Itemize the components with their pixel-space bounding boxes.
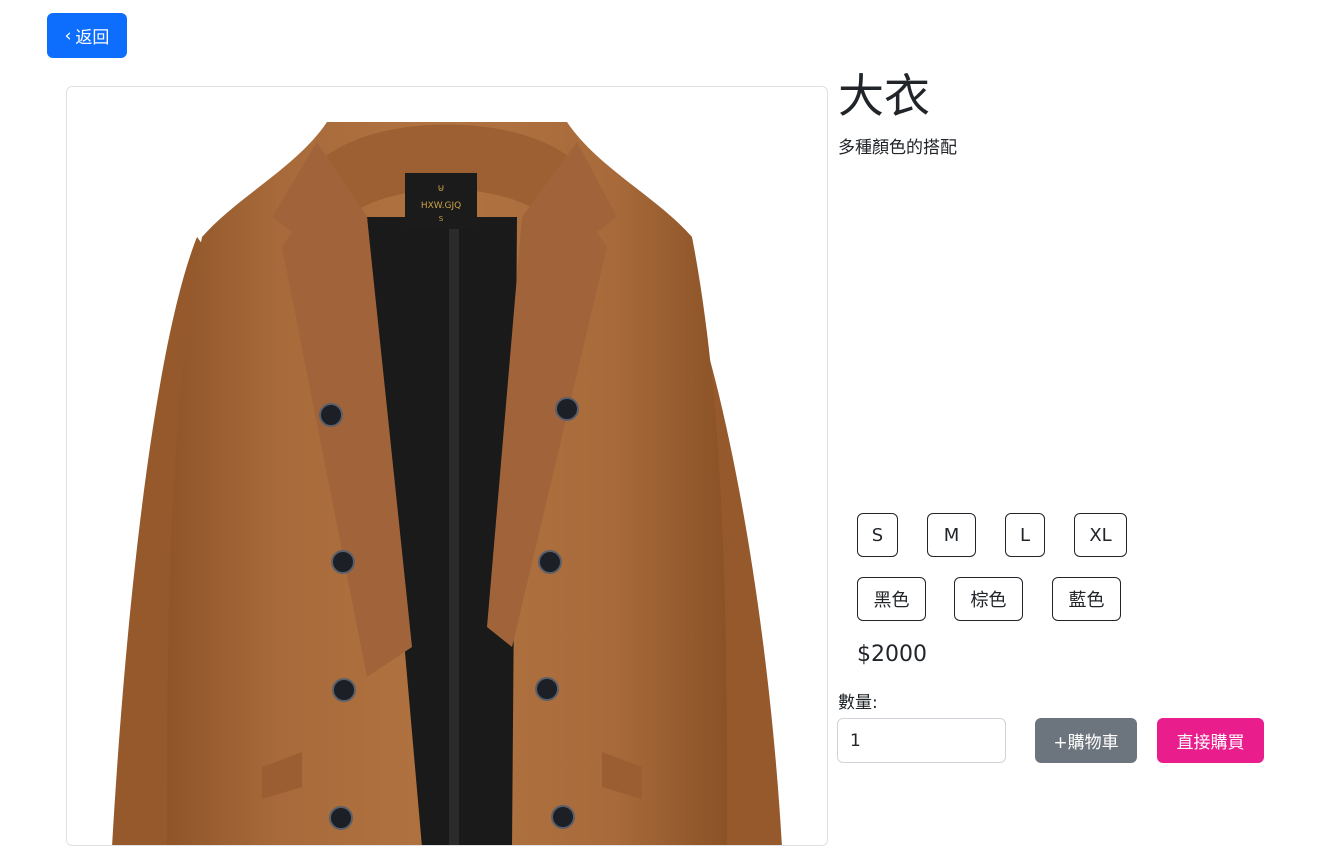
product-description: 多種顏色的搭配 bbox=[838, 138, 957, 158]
buy-now-button[interactable]: 直接購買 bbox=[1157, 718, 1264, 763]
color-option-brown[interactable]: 棕色 bbox=[954, 577, 1023, 621]
size-option-m[interactable]: M bbox=[927, 513, 976, 557]
color-option-blue[interactable]: 藍色 bbox=[1052, 577, 1121, 621]
quantity-input[interactable] bbox=[837, 718, 1006, 763]
size-option-l[interactable]: L bbox=[1005, 513, 1045, 557]
svg-text:⊍: ⊍ bbox=[437, 183, 444, 194]
product-title: 大衣 bbox=[838, 69, 930, 123]
product-price: $2000 bbox=[857, 642, 927, 667]
add-to-cart-button[interactable]: +購物車 bbox=[1035, 718, 1137, 763]
coat-size-tag-text: S bbox=[439, 215, 444, 223]
size-option-s[interactable]: S bbox=[857, 513, 898, 557]
back-button-label: 返回 bbox=[75, 28, 110, 48]
coat-illustration: ⊍ HXW.GJQ S bbox=[112, 122, 782, 845]
size-option-xl[interactable]: XL bbox=[1074, 513, 1127, 557]
chevron-left-icon: ‹ bbox=[64, 25, 72, 46]
color-option-black[interactable]: 黑色 bbox=[857, 577, 926, 621]
product-image: ⊍ HXW.GJQ S bbox=[66, 86, 828, 846]
quantity-label: 數量: bbox=[838, 693, 878, 713]
coat-label-text: HXW.GJQ bbox=[421, 201, 461, 211]
back-button[interactable]: ‹ 返回 bbox=[47, 13, 127, 58]
